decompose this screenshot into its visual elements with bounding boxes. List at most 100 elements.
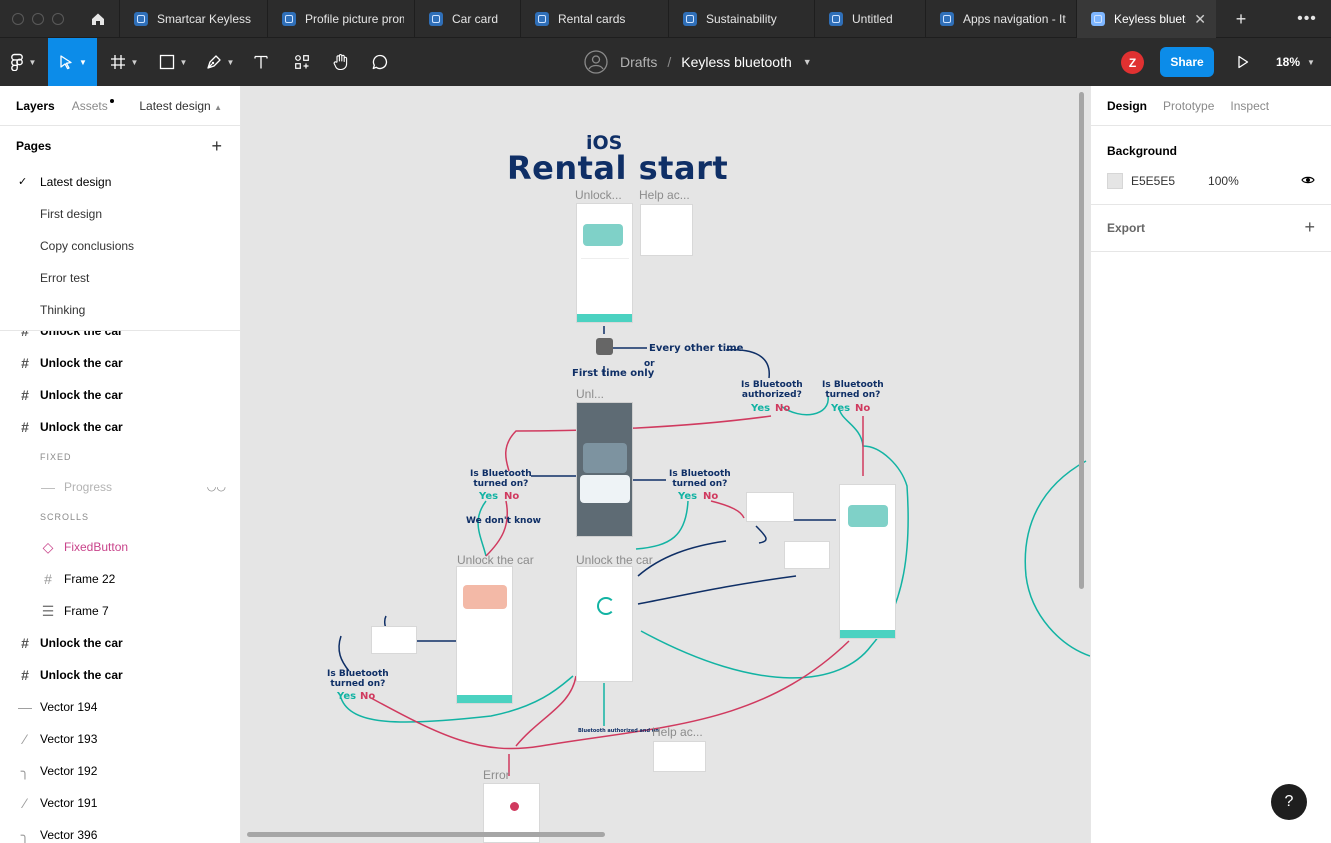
layer-frame[interactable]: # Unlock the car	[0, 659, 240, 691]
continue-button[interactable]	[457, 695, 512, 703]
start-node[interactable]	[596, 338, 613, 355]
layer-frame[interactable]: # Unlock the car	[0, 331, 240, 347]
layer-vector[interactable]: — Vector 194	[0, 691, 240, 723]
decision-bt-on[interactable]: Is Bluetooth turned on?	[669, 469, 731, 489]
team-avatar-icon[interactable]	[584, 50, 608, 74]
decision-no[interactable]: No	[360, 691, 375, 702]
tab-untitled[interactable]: Untitled	[814, 0, 925, 38]
add-export-button[interactable]: +	[1304, 217, 1315, 238]
present-button[interactable]	[1230, 50, 1256, 74]
background-swatch[interactable]	[1107, 173, 1123, 189]
page-item-copy-conclusions[interactable]: Copy conclusions	[0, 230, 240, 262]
frame-label[interactable]: Help ac...	[652, 725, 703, 739]
system-alert[interactable]	[371, 626, 417, 654]
hidden-eye-icon[interactable]: ◡◡	[207, 480, 226, 493]
canvas[interactable]: iOS Rental start Unlock... Help ac... Ev…	[241, 86, 1090, 843]
tab-keyless-bluetooth[interactable]: Keyless bluetooth✕	[1076, 0, 1216, 38]
frame-label[interactable]: Unl...	[576, 387, 604, 401]
help-button[interactable]: ?	[1271, 784, 1307, 820]
decision-yes[interactable]: Yes	[678, 491, 697, 502]
move-tool[interactable]: ▼	[48, 38, 97, 86]
page-selector[interactable]: Latest design ▲	[139, 99, 222, 113]
phone-frame[interactable]	[576, 566, 633, 682]
page-item-first-design[interactable]: First design	[0, 198, 240, 230]
tab-assets[interactable]: Assets	[72, 98, 114, 113]
new-tab-button[interactable]: +	[1226, 0, 1256, 38]
decision-no[interactable]: No	[855, 403, 870, 414]
page-item-error-test[interactable]: Error test	[0, 262, 240, 294]
decision-yes[interactable]: Yes	[831, 403, 850, 414]
tab-layers[interactable]: Layers	[16, 99, 55, 113]
layer-frame[interactable]: # Unlock the car	[0, 627, 240, 659]
page-item-thinking[interactable]: Thinking	[0, 294, 240, 326]
decision-yes[interactable]: Yes	[337, 691, 356, 702]
user-avatar[interactable]: Z	[1121, 51, 1144, 74]
tab-design[interactable]: Design	[1107, 99, 1147, 113]
zoom-window-icon[interactable]	[52, 13, 64, 25]
frame-label[interactable]: Unlock the car	[576, 553, 653, 567]
vertical-scrollbar[interactable]	[1079, 92, 1084, 589]
help-sheet[interactable]	[653, 741, 706, 772]
share-button[interactable]: Share	[1160, 47, 1214, 77]
layer-vector[interactable]: ⁄ Vector 191	[0, 787, 240, 819]
tab-prototype[interactable]: Prototype	[1163, 99, 1214, 113]
layer-vector[interactable]: ╮ Vector 396	[0, 819, 240, 843]
pen-tool[interactable]: ▼	[200, 38, 240, 86]
decision-no[interactable]: No	[775, 403, 790, 414]
tab-sustainability[interactable]: Sustainability	[668, 0, 814, 38]
main-menu-button[interactable]: ▼	[0, 38, 46, 86]
background-opacity-input[interactable]: 100%	[1208, 174, 1239, 188]
more-tabs-icon[interactable]: •••	[1290, 0, 1324, 38]
frame-label[interactable]: Help ac...	[639, 188, 690, 202]
tab-inspect[interactable]: Inspect	[1230, 99, 1269, 113]
decision-yes[interactable]: Yes	[479, 491, 498, 502]
layer-frame-22[interactable]: # Frame 22	[0, 563, 240, 595]
frame-label[interactable]: Unlock...	[575, 188, 622, 202]
decision-bt-on[interactable]: Is Bluetooth turned on?	[470, 469, 532, 489]
tab-rental-cards[interactable]: Rental cards	[520, 0, 668, 38]
decision-yes[interactable]: Yes	[751, 403, 770, 414]
add-page-button[interactable]: +	[211, 136, 222, 157]
tab-smartcar-keyless[interactable]: Smartcar Keyless	[119, 0, 267, 38]
flow-label-we-dont-know[interactable]: We don't know	[466, 516, 541, 526]
continue-button[interactable]	[577, 314, 632, 322]
home-button[interactable]	[78, 0, 118, 38]
page-item-latest-design[interactable]: ✓ Latest design	[0, 166, 240, 198]
file-name[interactable]: Keyless bluetooth	[681, 54, 792, 70]
decision-bt-on[interactable]: Is Bluetooth turned on?	[327, 669, 389, 689]
flow-label-or[interactable]: or	[644, 359, 655, 369]
layer-frame[interactable]: # Unlock the car	[0, 347, 240, 379]
system-alert[interactable]	[784, 541, 830, 569]
close-window-icon[interactable]	[12, 13, 24, 25]
breadcrumb-drafts[interactable]: Drafts	[620, 54, 657, 70]
layer-vector[interactable]: ⁄ Vector 193	[0, 723, 240, 755]
layer-frame-7[interactable]: ☰ Frame 7	[0, 595, 240, 627]
system-alert[interactable]	[746, 492, 794, 522]
frame-label[interactable]: Unlock the car	[457, 553, 534, 567]
layer-vector[interactable]: ╮ Vector 192	[0, 755, 240, 787]
decision-bt-on[interactable]: Is Bluetooth turned on?	[822, 380, 884, 400]
layer-fixed-button[interactable]: ◇ FixedButton	[0, 531, 240, 563]
shape-tool[interactable]: ▼	[152, 38, 194, 86]
phone-frame-dark[interactable]	[576, 402, 633, 537]
tab-car-card[interactable]: Car card	[414, 0, 520, 38]
tab-profile-picture[interactable]: Profile picture prompt	[267, 0, 414, 38]
phone-frame[interactable]	[456, 566, 513, 704]
resources-tool[interactable]	[288, 38, 316, 86]
help-sheet[interactable]	[640, 204, 693, 256]
eye-icon[interactable]	[1301, 173, 1315, 190]
decision-no[interactable]: No	[703, 491, 718, 502]
tab-apps-navigation[interactable]: Apps navigation - Iterations	[925, 0, 1076, 38]
minimize-window-icon[interactable]	[32, 13, 44, 25]
phone-frame[interactable]	[839, 484, 896, 639]
text-tool[interactable]	[248, 38, 274, 86]
zoom-dropdown[interactable]: 18% ▼	[1276, 50, 1315, 74]
decision-bt-authorized[interactable]: Is Bluetooth authorized?	[741, 380, 803, 400]
frame-tool[interactable]: ▼	[104, 38, 144, 86]
layer-progress[interactable]: — Progress ◡◡	[0, 471, 240, 503]
horizontal-scrollbar[interactable]	[247, 832, 605, 837]
layer-frame[interactable]: # Unlock the car	[0, 411, 240, 443]
phone-frame[interactable]	[576, 203, 633, 323]
close-tab-icon[interactable]: ✕	[1194, 11, 1206, 28]
decision-no[interactable]: No	[504, 491, 519, 502]
